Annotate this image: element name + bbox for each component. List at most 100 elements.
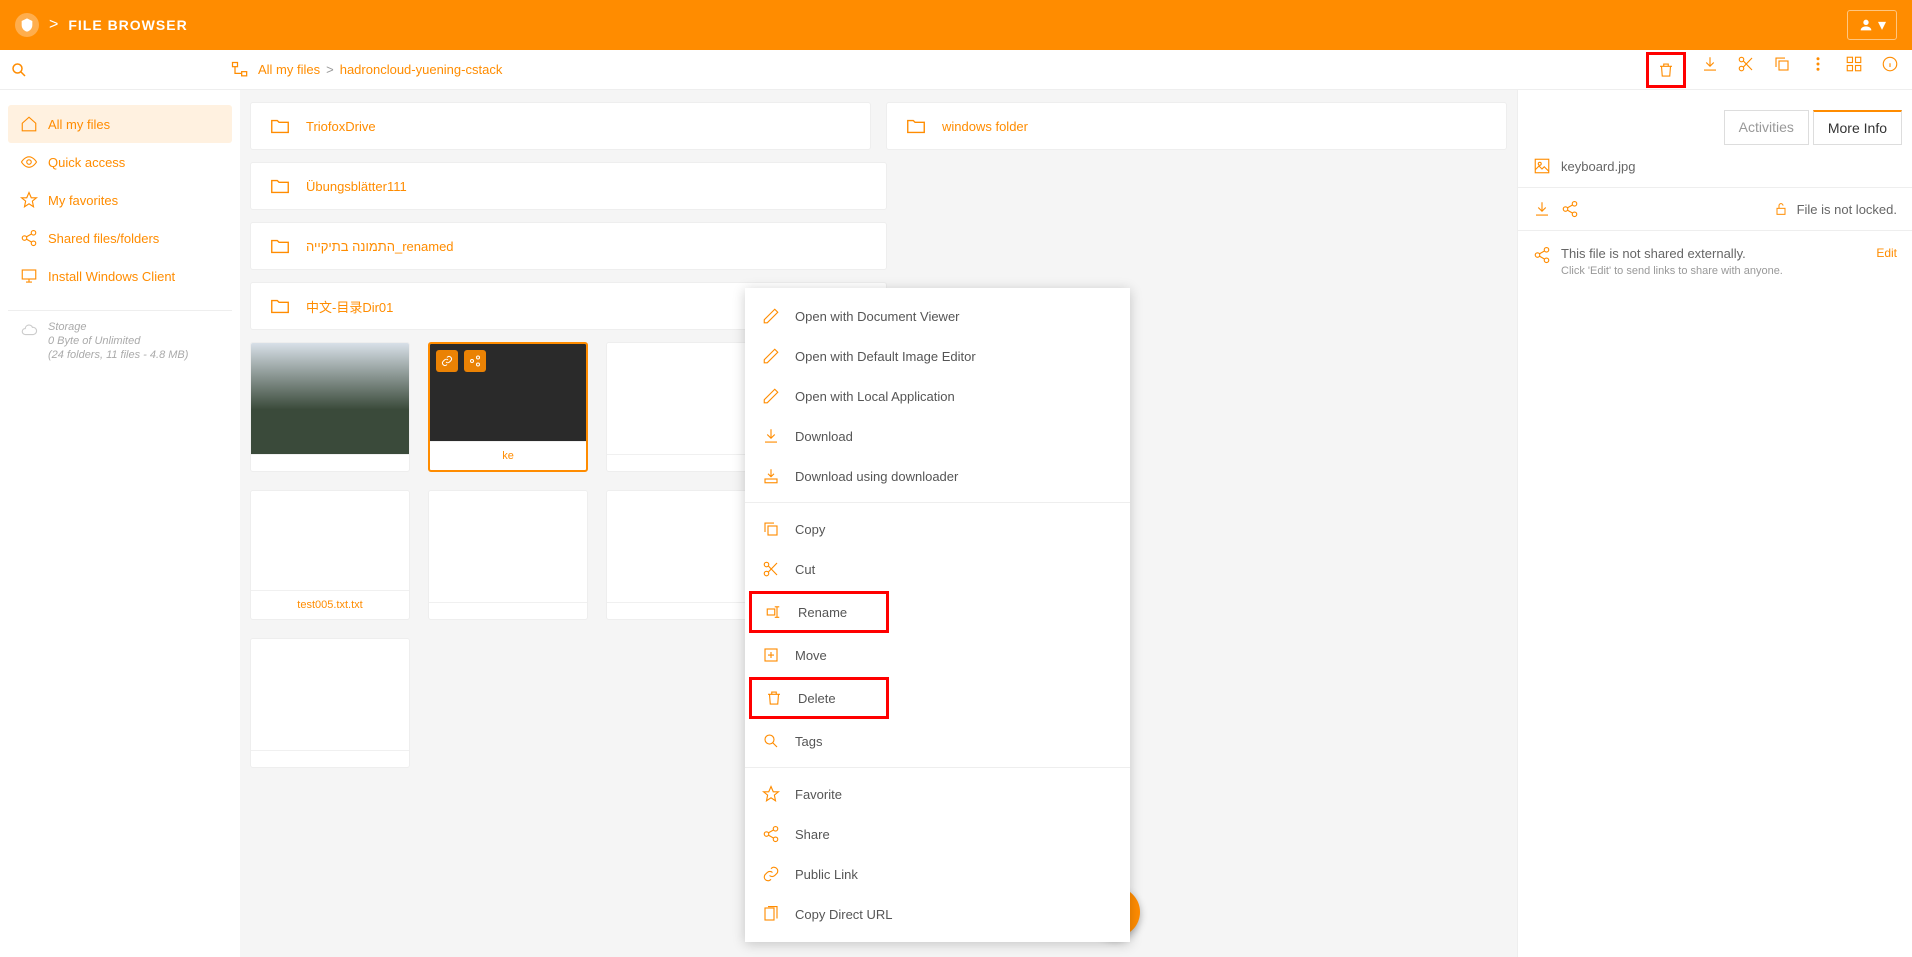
menu-item-label: Delete — [798, 691, 836, 706]
menu-item-label: Copy Direct URL — [795, 907, 893, 922]
header-separator: > — [49, 16, 58, 34]
copy-icon — [761, 519, 781, 539]
lock-status: File is not locked. — [1797, 202, 1897, 217]
breadcrumb-root[interactable]: All my files — [258, 62, 320, 77]
link-icon[interactable] — [436, 350, 458, 372]
menu-item-label: Open with Local Application — [795, 389, 955, 404]
search-box[interactable] — [10, 61, 230, 79]
cut-button[interactable] — [1734, 52, 1758, 76]
info-panel: Activities More Info keyboard.jpg File i… — [1517, 90, 1912, 957]
more-button[interactable] — [1806, 52, 1830, 76]
tab-more-info[interactable]: More Info — [1813, 110, 1902, 145]
file-card[interactable] — [250, 342, 410, 472]
move-icon — [761, 645, 781, 665]
tree-icon[interactable] — [230, 60, 250, 80]
breadcrumb-container: All my files > hadroncloud-yuening-cstac… — [230, 60, 1646, 80]
folder-icon — [266, 175, 294, 197]
pencil-icon — [761, 346, 781, 366]
file-card[interactable]: test005.txt.txt — [250, 490, 410, 620]
sidebar: All my files Quick access My favorites S… — [0, 90, 240, 957]
share-icon[interactable] — [464, 350, 486, 372]
user-menu[interactable]: ▾ — [1847, 10, 1897, 40]
star-icon — [20, 191, 38, 209]
sidebar-item-shared[interactable]: Shared files/folders — [8, 219, 232, 257]
folder-card[interactable]: התמונה בתיקייה_renamed — [250, 222, 887, 270]
view-button[interactable] — [1842, 52, 1866, 76]
menu-item-label: Rename — [798, 605, 847, 620]
folder-card[interactable]: windows folder — [886, 102, 1507, 150]
menu-item-favorite[interactable]: Favorite — [745, 774, 1130, 814]
menu-item-label: Copy — [795, 522, 825, 537]
menu-item-label: Download using downloader — [795, 469, 958, 484]
folder-card[interactable]: TriofoxDrive — [250, 102, 871, 150]
file-card[interactable] — [428, 490, 588, 620]
copy-button[interactable] — [1770, 52, 1794, 76]
folder-icon — [266, 115, 294, 137]
lock-icon — [1773, 201, 1789, 217]
file-card[interactable] — [606, 342, 766, 472]
menu-item-open-with-local-application[interactable]: Open with Local Application — [745, 376, 1130, 416]
folder-card[interactable]: Übungsblätter111 — [250, 162, 887, 210]
app-logo-icon — [15, 13, 39, 37]
menu-item-cut[interactable]: Cut — [745, 549, 1130, 589]
download-icon — [1701, 55, 1719, 73]
share-icon[interactable] — [1561, 200, 1579, 218]
image-icon — [1533, 157, 1551, 175]
tab-activities[interactable]: Activities — [1724, 110, 1809, 145]
menu-item-open-with-document-viewer[interactable]: Open with Document Viewer — [745, 296, 1130, 336]
menu-item-copy-direct-url[interactable]: Copy Direct URL — [745, 894, 1130, 934]
folder-name: TriofoxDrive — [306, 119, 376, 134]
breadcrumb-current[interactable]: hadroncloud-yuening-cstack — [340, 62, 503, 77]
more-vertical-icon — [1809, 55, 1827, 73]
menu-item-share[interactable]: Share — [745, 814, 1130, 854]
menu-item-public-link[interactable]: Public Link — [745, 854, 1130, 894]
folder-name: windows folder — [942, 119, 1028, 134]
info-button[interactable] — [1878, 52, 1902, 76]
eye-icon — [20, 153, 38, 171]
info-icon — [1881, 55, 1899, 73]
file-card[interactable]: ke — [428, 342, 588, 472]
menu-item-download[interactable]: Download — [745, 416, 1130, 456]
trash-icon — [1657, 61, 1675, 79]
rename-icon — [764, 602, 784, 622]
share-icon — [20, 229, 38, 247]
folder-name: 中文-目录Dir01 — [306, 297, 393, 316]
sidebar-item-label: All my files — [48, 117, 110, 132]
chevron-down-icon: ▾ — [1878, 15, 1886, 35]
file-card[interactable] — [250, 638, 410, 768]
file-name — [251, 454, 409, 471]
sidebar-item-label: My favorites — [48, 193, 118, 208]
download-button[interactable] — [1698, 52, 1722, 76]
sidebar-item-label: Install Windows Client — [48, 269, 175, 284]
menu-item-copy[interactable]: Copy — [745, 509, 1130, 549]
menu-divider — [745, 767, 1130, 768]
menu-item-rename[interactable]: Rename — [749, 591, 889, 633]
breadcrumb: All my files > hadroncloud-yuening-cstac… — [258, 62, 502, 77]
download-icon[interactable] — [1533, 200, 1551, 218]
sidebar-item-favorites[interactable]: My favorites — [8, 181, 232, 219]
menu-item-label: Download — [795, 429, 853, 444]
file-card[interactable] — [606, 490, 766, 620]
file-thumbnail — [607, 491, 765, 602]
menu-item-download-using-downloader[interactable]: Download using downloader — [745, 456, 1130, 496]
edit-share-button[interactable]: Edit — [1876, 246, 1897, 260]
link-icon — [761, 864, 781, 884]
delete-button[interactable] — [1646, 52, 1686, 88]
menu-item-label: Public Link — [795, 867, 858, 882]
sidebar-item-quick-access[interactable]: Quick access — [8, 143, 232, 181]
menu-item-label: Tags — [795, 734, 822, 749]
menu-item-move[interactable]: Move — [745, 635, 1130, 675]
sidebar-item-install[interactable]: Install Windows Client — [8, 257, 232, 295]
menu-item-delete[interactable]: Delete — [749, 677, 889, 719]
menu-item-tags[interactable]: Tags — [745, 721, 1130, 761]
sidebar-item-label: Quick access — [48, 155, 125, 170]
storage-line2: (24 folders, 11 files - 4.8 MB) — [48, 349, 188, 361]
breadcrumb-sep: > — [326, 62, 334, 77]
share-sub: Click 'Edit' to send links to share with… — [1561, 265, 1783, 277]
file-thumbnail — [607, 343, 765, 454]
menu-item-open-with-default-image-editor[interactable]: Open with Default Image Editor — [745, 336, 1130, 376]
header-title: FILE BROWSER — [68, 17, 187, 33]
storage-info: Storage 0 Byte of Unlimited (24 folders,… — [8, 321, 232, 361]
grid-icon — [1845, 55, 1863, 73]
sidebar-item-all-files[interactable]: All my files — [8, 105, 232, 143]
